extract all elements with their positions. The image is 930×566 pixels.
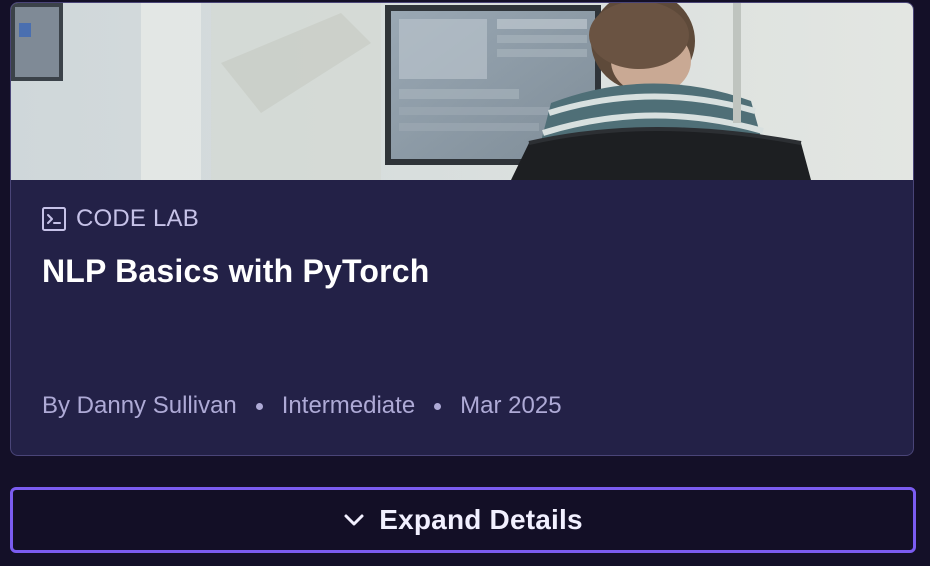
content-type-row: CODE LAB (42, 204, 893, 234)
hero-image (11, 3, 913, 180)
course-title[interactable]: NLP Basics with PyTorch (42, 252, 893, 290)
separator-dot (434, 402, 442, 410)
page: CODE LAB NLP Basics with PyTorch By Dann… (0, 0, 930, 566)
separator-dot (255, 402, 263, 410)
chevron-down-icon (343, 509, 365, 531)
expand-details-button[interactable]: Expand Details (10, 487, 916, 553)
level-label: Intermediate (281, 392, 416, 419)
terminal-icon (42, 207, 66, 231)
course-card[interactable]: CODE LAB NLP Basics with PyTorch By Dann… (10, 2, 914, 456)
course-meta: By Danny Sullivan Intermediate Mar 2025 (42, 391, 562, 421)
expand-details-label: Expand Details (379, 504, 583, 535)
content-type-label: CODE LAB (76, 205, 199, 232)
author-label: By Danny Sullivan (42, 392, 237, 419)
date-label: Mar 2025 (460, 392, 562, 419)
card-content: CODE LAB NLP Basics with PyTorch (42, 204, 893, 290)
